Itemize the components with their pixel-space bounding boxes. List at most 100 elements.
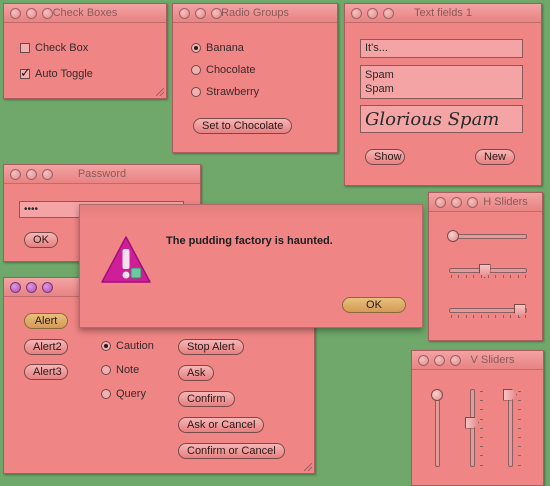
radio-groups-titlebar[interactable]: Radio Groups: [173, 4, 337, 23]
slider-tick: [473, 275, 475, 278]
slider-tick: [510, 275, 512, 278]
show-button[interactable]: Show: [365, 149, 405, 165]
radio-query[interactable]: Query: [101, 388, 146, 400]
password-titlebar[interactable]: Password: [4, 165, 200, 184]
slider-tick: [517, 315, 519, 318]
slider-tick: [465, 275, 467, 278]
text-line: Spam: [365, 69, 394, 81]
alert-dialog: The pudding factory is haunted. OK: [79, 204, 423, 328]
slider-tick: [480, 418, 483, 420]
check-box-item[interactable]: Check Box: [20, 42, 88, 54]
radio-caution[interactable]: Caution: [101, 340, 154, 352]
checkbox-icon[interactable]: [20, 43, 30, 53]
slider-tick: [465, 315, 467, 318]
radio-icon[interactable]: [191, 65, 201, 75]
slider-tick: [480, 464, 483, 466]
radio-banana[interactable]: Banana: [191, 42, 244, 54]
slider-tick: [502, 275, 504, 278]
checkbox-checked-icon[interactable]: ✓: [20, 65, 31, 80]
window-title: Text fields 1: [413, 7, 473, 19]
caution-icon: [101, 236, 151, 283]
minimize-icon[interactable]: [451, 197, 462, 208]
radio-label: Banana: [206, 42, 244, 54]
zoom-icon[interactable]: [42, 282, 53, 293]
slider-tick: [518, 427, 521, 429]
text-fields-titlebar[interactable]: Text fields 1: [345, 4, 541, 23]
radio-label: Caution: [116, 340, 154, 352]
slider-tick: [488, 275, 489, 278]
h-sliders-window: H Sliders: [428, 192, 543, 341]
close-icon[interactable]: [418, 355, 429, 366]
slider-tick: [510, 315, 512, 318]
slider-tick: [473, 315, 475, 318]
slider-tick: [518, 409, 521, 411]
radio-icon[interactable]: [101, 389, 111, 399]
radio-chocolate[interactable]: Chocolate: [191, 64, 256, 76]
window-title: H Sliders: [483, 196, 528, 208]
slider-tick: [451, 275, 452, 278]
radio-label: Strawberry: [206, 86, 260, 98]
text-area-spam[interactable]: Spam Spam: [360, 65, 523, 99]
slider-tick: [480, 391, 483, 392]
slider-tick: [518, 464, 521, 466]
alert2-button[interactable]: Alert2: [24, 339, 68, 355]
v-slider-2-thumb[interactable]: [465, 416, 479, 429]
close-icon[interactable]: [10, 282, 21, 293]
new-button[interactable]: New: [475, 149, 515, 165]
slider-tick: [480, 409, 483, 411]
slider-tick: [518, 418, 521, 420]
confirm-button[interactable]: Confirm: [178, 391, 235, 407]
radio-note[interactable]: Note: [101, 364, 139, 376]
v-slider-1-knob[interactable]: [431, 388, 443, 401]
text-fields-window: Text fields 1 It's... Spam Spam Glorious…: [344, 3, 542, 186]
alert-button[interactable]: Alert: [24, 313, 68, 329]
h-sliders-titlebar[interactable]: H Sliders: [429, 193, 542, 212]
radio-label: Query: [116, 388, 146, 400]
slider-tick: [518, 391, 521, 392]
radio-icon[interactable]: [191, 87, 201, 97]
slider-tick: [458, 315, 460, 318]
h-slider-1-knob[interactable]: [447, 230, 459, 242]
radio-strawberry[interactable]: Strawberry: [191, 86, 259, 98]
slider-tick: [518, 446, 521, 448]
window-title: Check Boxes: [52, 7, 118, 19]
slider-tick: [502, 315, 504, 318]
confirm-or-cancel-button[interactable]: Confirm or Cancel: [178, 443, 285, 459]
close-icon[interactable]: [435, 197, 446, 208]
v-slider-3-thumb[interactable]: [503, 388, 517, 401]
radio-icon[interactable]: [101, 365, 111, 375]
stop-alert-button[interactable]: Stop Alert: [178, 339, 244, 355]
slider-tick: [518, 455, 521, 457]
v-slider-3-track[interactable]: [508, 389, 513, 467]
radio-groups-window: Radio Groups Banana Chocolate Strawberry…: [172, 3, 338, 153]
slider-tick: [480, 275, 482, 278]
slider-tick: [480, 427, 483, 429]
radio-selected-icon[interactable]: [191, 43, 201, 53]
auto-toggle-item[interactable]: ✓ Auto Toggle: [20, 65, 93, 80]
ask-or-cancel-button[interactable]: Ask or Cancel: [178, 417, 265, 433]
check-boxes-titlebar[interactable]: Check Boxes: [4, 4, 166, 23]
password-ok-button[interactable]: OK: [24, 232, 58, 248]
dialog-message: The pudding factory is haunted.: [166, 235, 333, 247]
window-title: V Sliders: [470, 354, 515, 366]
dialog-ok-button[interactable]: OK: [342, 297, 406, 313]
slider-tick: [480, 455, 483, 457]
radio-label: Note: [116, 364, 140, 376]
slider-tick: [525, 315, 526, 318]
checkbox-label: Auto Toggle: [35, 68, 93, 80]
text-field-glorious-spam[interactable]: Glorious Spam: [360, 105, 523, 133]
h-slider-1-track[interactable]: [449, 234, 527, 239]
slider-tick: [451, 315, 452, 318]
ask-button[interactable]: Ask: [178, 365, 215, 381]
v-sliders-titlebar[interactable]: V Sliders: [412, 351, 543, 370]
alert3-button[interactable]: Alert3: [24, 364, 68, 380]
resize-grip-icon[interactable]: [304, 463, 312, 471]
text-field-its[interactable]: It's...: [360, 39, 523, 58]
radio-selected-icon[interactable]: [101, 341, 111, 351]
resize-grip-icon[interactable]: [156, 88, 164, 96]
v-slider-1-track[interactable]: [435, 389, 440, 467]
h-slider-3-thumb[interactable]: [513, 304, 526, 318]
minimize-icon[interactable]: [26, 282, 37, 293]
text-line: Spam: [365, 83, 394, 95]
set-to-chocolate-button[interactable]: Set to Chocolate: [193, 118, 293, 134]
